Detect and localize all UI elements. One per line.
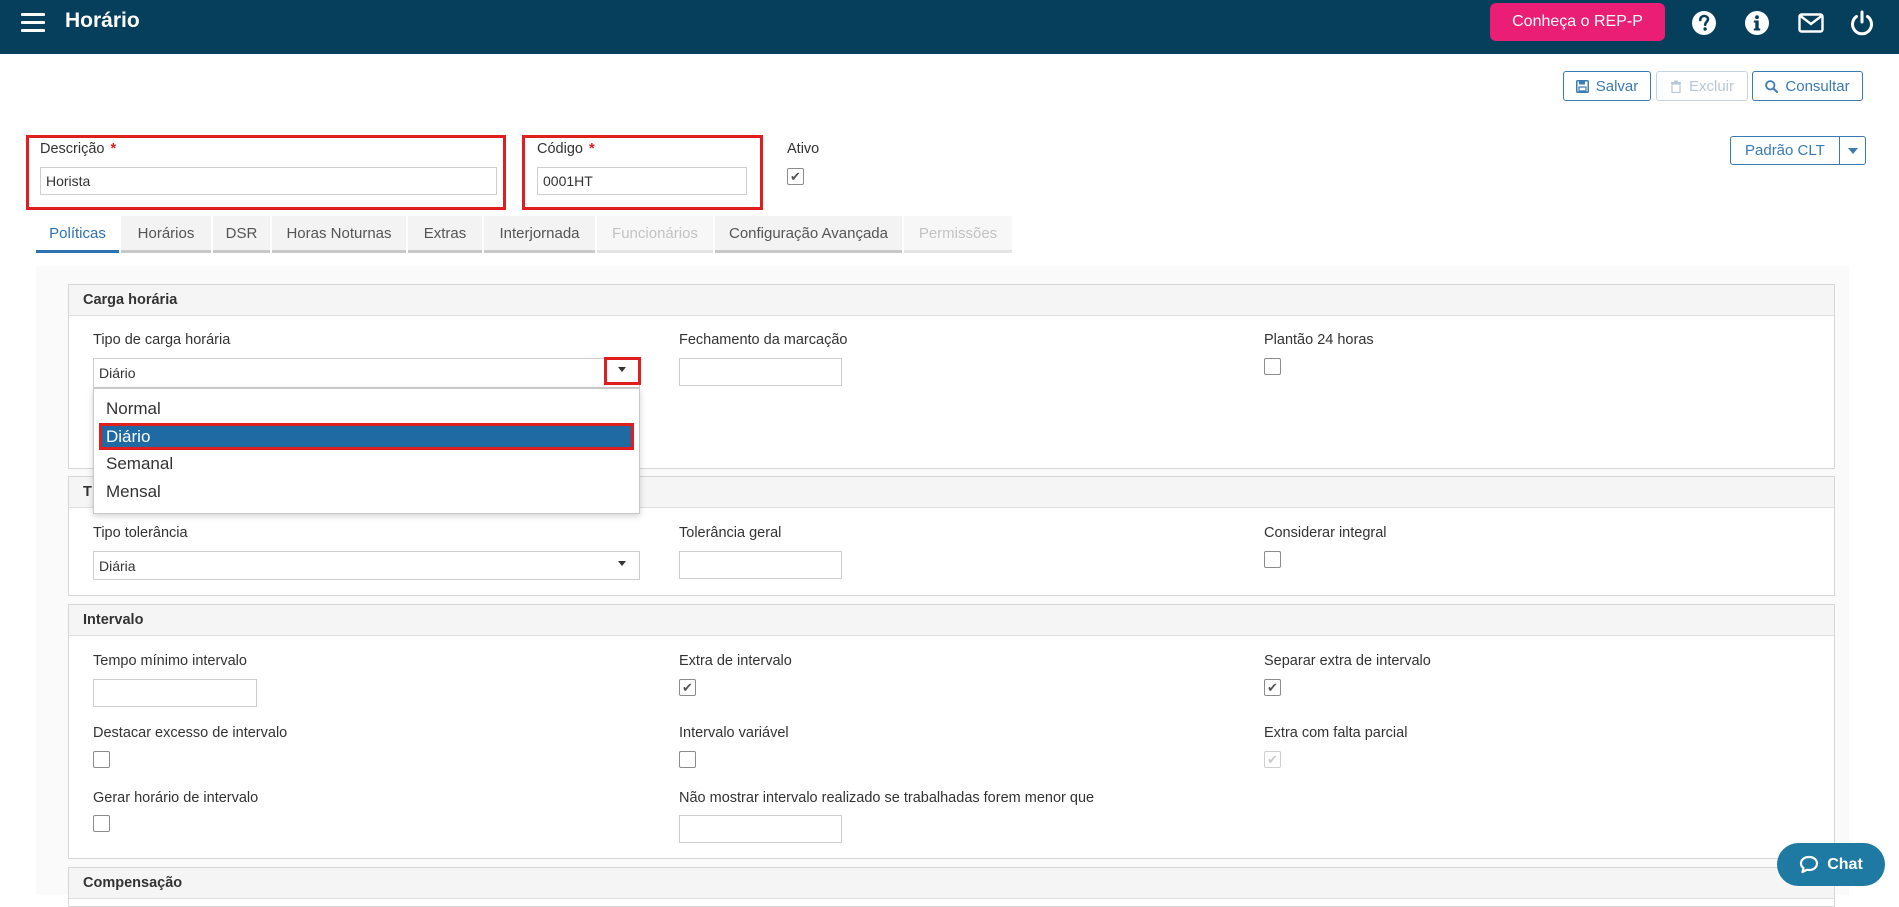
info-icon[interactable]	[1743, 9, 1771, 37]
query-button[interactable]: Consultar	[1752, 71, 1863, 101]
intervalo-variavel-label: Intervalo variável	[679, 725, 789, 741]
page-title: Horário	[65, 9, 140, 32]
tab-configuracao-avancada[interactable]: Configuração Avançada	[715, 216, 902, 253]
tab-extras[interactable]: Extras	[408, 216, 482, 253]
tempo-minimo-label: Tempo mínimo intervalo	[93, 653, 247, 669]
search-icon	[1765, 79, 1779, 93]
codigo-input[interactable]: 0001HT	[537, 167, 747, 195]
caret-down-icon[interactable]	[618, 367, 626, 372]
tipo-tolerancia-label: Tipo tolerância	[93, 525, 188, 541]
chat-bubble-icon	[1800, 855, 1819, 874]
tolerancia-geral-input[interactable]	[679, 551, 842, 579]
tipo-carga-label: Tipo de carga horária	[93, 332, 231, 348]
compensacao-panel: Compensação	[68, 867, 1835, 907]
descricao-label: Descrição *	[40, 141, 117, 157]
tolerancia-title: T	[83, 484, 92, 500]
considerar-integral-label: Considerar integral	[1264, 525, 1387, 541]
save-label: Salvar	[1595, 77, 1639, 95]
compensacao-title: Compensação	[83, 875, 183, 891]
falta-parcial-checkbox: ✔	[1264, 751, 1281, 768]
extra-intervalo-checkbox[interactable]: ✔	[679, 679, 696, 696]
tab-politicas[interactable]: Políticas	[36, 216, 119, 253]
option-normal[interactable]: Normal	[106, 399, 161, 419]
delete-button[interactable]: Excluir	[1656, 71, 1748, 101]
tab-horarios[interactable]: Horários	[121, 216, 211, 253]
considerar-integral-checkbox[interactable]	[1264, 551, 1281, 568]
codigo-label: Código *	[537, 141, 595, 157]
carga-horaria-title: Carga horária	[83, 292, 178, 308]
tab-dsr[interactable]: DSR	[213, 216, 270, 253]
tempo-minimo-input[interactable]	[93, 679, 257, 707]
nao-mostrar-input[interactable]	[679, 815, 842, 843]
intervalo-variavel-checkbox[interactable]	[679, 751, 696, 768]
trash-icon	[1670, 80, 1681, 93]
tipo-tolerancia-value: Diária	[99, 557, 136, 574]
save-button[interactable]: Salvar	[1563, 71, 1651, 101]
menu-icon[interactable]	[21, 13, 45, 33]
tolerancia-geral-label: Tolerância geral	[679, 525, 782, 541]
ativo-checkbox[interactable]: ✔	[787, 168, 804, 185]
tab-permissoes: Permissões	[904, 216, 1012, 253]
padrao-clt-dropdown[interactable]: Padrão CLT	[1730, 136, 1866, 165]
top-bar: Horário Conheça o REP-P	[0, 0, 1899, 54]
mail-icon[interactable]	[1797, 9, 1825, 37]
option-mensal[interactable]: Mensal	[106, 482, 161, 502]
padrao-clt-label: Padrão CLT	[1745, 142, 1825, 159]
option-diario-label: Diário	[106, 427, 151, 446]
fechamento-label: Fechamento da marcação	[679, 332, 848, 348]
delete-label: Excluir	[1688, 77, 1734, 95]
option-diario-selected[interactable]: Diário	[99, 423, 634, 450]
tab-interjornada[interactable]: Interjornada	[484, 216, 595, 253]
intervalo-title: Intervalo	[83, 612, 144, 628]
gerar-horario-label: Gerar horário de intervalo	[93, 790, 259, 806]
chat-label: Chat	[1827, 855, 1863, 873]
rep-p-button[interactable]: Conheça o REP-P	[1490, 3, 1665, 41]
destacar-excesso-label: Destacar excesso de intervalo	[93, 725, 288, 741]
tipo-carga-value: Diário	[99, 365, 136, 381]
falta-parcial-label: Extra com falta parcial	[1264, 725, 1408, 741]
caret-down-icon	[1848, 148, 1858, 154]
tipo-carga-select[interactable]: Diário	[93, 358, 640, 388]
descricao-input[interactable]: Horista	[40, 167, 497, 195]
destacar-excesso-checkbox[interactable]	[93, 751, 110, 768]
intervalo-panel: Intervalo	[68, 604, 1835, 859]
chat-button[interactable]: Chat	[1777, 843, 1885, 886]
query-label: Consultar	[1785, 77, 1850, 95]
gerar-horario-checkbox[interactable]	[93, 815, 110, 832]
power-icon[interactable]	[1848, 9, 1876, 37]
save-icon	[1575, 79, 1589, 93]
nao-mostrar-label: Não mostrar intervalo realizado se traba…	[679, 790, 1095, 806]
tab-funcionarios: Funcionários	[597, 216, 713, 253]
separar-extra-label: Separar extra de intervalo	[1264, 653, 1431, 669]
tipo-carga-dropdown-list: Normal Diário Semanal Mensal	[93, 388, 640, 514]
plantao-checkbox[interactable]	[1264, 358, 1281, 375]
option-semanal[interactable]: Semanal	[106, 454, 173, 474]
help-icon[interactable]	[1690, 9, 1718, 37]
separar-extra-checkbox[interactable]: ✔	[1264, 679, 1281, 696]
fechamento-input[interactable]	[679, 358, 842, 386]
plantao-label: Plantão 24 horas	[1264, 332, 1374, 348]
ativo-label: Ativo	[787, 141, 820, 157]
caret-down-icon[interactable]	[618, 561, 626, 566]
extra-intervalo-label: Extra de intervalo	[679, 653, 792, 669]
tab-horas-noturnas[interactable]: Horas Noturnas	[272, 216, 406, 253]
tipo-tolerancia-select[interactable]: Diária	[93, 551, 640, 580]
